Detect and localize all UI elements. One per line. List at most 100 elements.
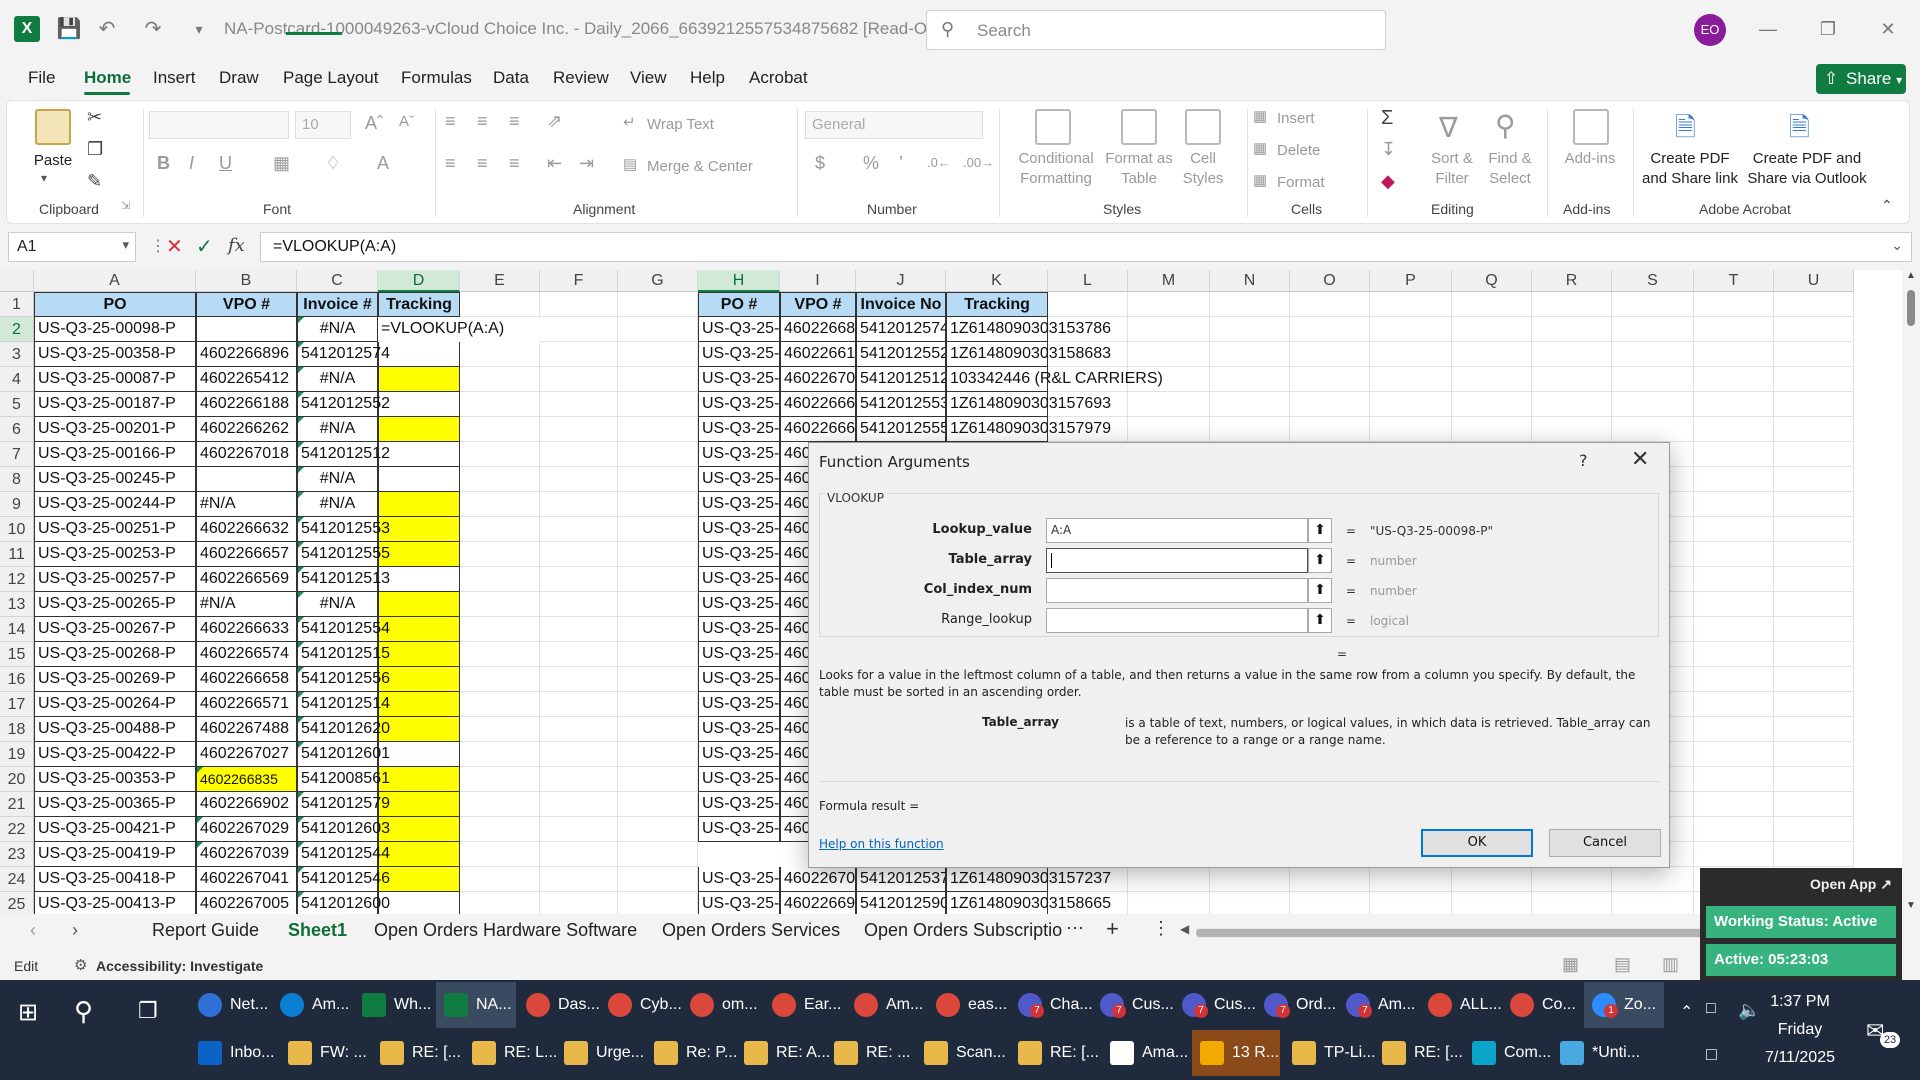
conditional-formatting-button[interactable]: Conditional Formatting	[1011, 149, 1101, 189]
row-header[interactable]: 3	[0, 342, 34, 367]
network-icon[interactable]: □	[1706, 1000, 1716, 1018]
paste-icon[interactable]	[35, 109, 71, 145]
bold-icon[interactable]: B	[157, 153, 170, 174]
table-cell[interactable]	[378, 442, 460, 467]
table-cell[interactable]: 5412012574	[856, 317, 946, 342]
cell[interactable]	[1694, 667, 1774, 692]
add-ins-icon[interactable]	[1573, 109, 1609, 145]
cell[interactable]	[618, 317, 698, 342]
column-header-i[interactable]: I	[780, 270, 856, 292]
cell[interactable]	[1774, 342, 1854, 367]
table-cell[interactable]: US-Q3-25-	[698, 667, 780, 692]
row-header[interactable]: 9	[0, 492, 34, 517]
table-cell[interactable]	[378, 842, 460, 867]
table-cell[interactable]: 4602266188	[780, 342, 856, 367]
cell[interactable]	[1128, 892, 1210, 914]
table-cell[interactable]	[378, 592, 460, 617]
taskbar-window-button[interactable]: FW: ...	[280, 1030, 368, 1076]
cell[interactable]	[1774, 492, 1854, 517]
column-header-h[interactable]: H	[698, 270, 780, 292]
table-cell[interactable]: 4602266896	[780, 317, 856, 342]
table-cell[interactable]	[378, 517, 460, 542]
table-cell[interactable]: 4602266896	[196, 342, 297, 367]
table-cell[interactable]: US-Q3-25-	[698, 717, 780, 742]
taskbar-window-button[interactable]: *Unti...	[1552, 1030, 1640, 1076]
table-cell[interactable]	[378, 742, 460, 767]
cell[interactable]	[1694, 692, 1774, 717]
cell[interactable]	[618, 617, 698, 642]
cell[interactable]	[540, 792, 618, 817]
table-cell[interactable]: US-Q3-25-	[698, 542, 780, 567]
table-cell[interactable]: 5412012556	[297, 667, 390, 692]
taskbar-app-button[interactable]: Am...	[846, 982, 926, 1028]
fill-color-icon[interactable]: ♢	[325, 153, 341, 174]
table-cell[interactable]: 5412012553	[856, 392, 946, 417]
cell[interactable]	[1128, 317, 1210, 342]
cell[interactable]	[1370, 867, 1452, 892]
cell[interactable]	[618, 442, 698, 467]
cell[interactable]	[460, 492, 540, 517]
cell[interactable]	[460, 867, 540, 892]
cell[interactable]	[460, 817, 540, 842]
taskbar-window-button[interactable]: RE: A...	[736, 1030, 830, 1076]
table-cell[interactable]	[378, 717, 460, 742]
cell[interactable]	[1774, 517, 1854, 542]
table-cell[interactable]: US-Q3-25-00421-P	[34, 817, 196, 842]
table-cell[interactable]: 4602267041	[196, 867, 297, 892]
cell[interactable]	[618, 667, 698, 692]
cell[interactable]	[1290, 892, 1370, 914]
cell[interactable]	[540, 492, 618, 517]
cell[interactable]	[618, 417, 698, 442]
cell[interactable]	[540, 767, 618, 792]
table-cell[interactable]	[378, 417, 460, 442]
align-top-icon[interactable]: ≡	[445, 111, 456, 132]
tab-data[interactable]: Data	[493, 68, 529, 88]
table-cell[interactable]: US-Q3-25-00419-P	[34, 842, 196, 867]
borders-icon[interactable]: ▦	[273, 153, 290, 174]
table-cell[interactable]: US-Q3-25-00098-P	[34, 317, 196, 342]
table-cell[interactable]: 4602267005	[196, 892, 297, 914]
cell[interactable]	[1612, 892, 1694, 914]
cell[interactable]	[1774, 417, 1854, 442]
taskbar-app-button[interactable]: Co...	[1502, 982, 1582, 1028]
open-app-button[interactable]: Open App ↗	[1810, 876, 1892, 893]
table-cell[interactable]: 1Z6148090303158683	[946, 342, 1111, 367]
cell[interactable]	[460, 567, 540, 592]
cell[interactable]	[460, 367, 540, 392]
pdf-link-icon[interactable]: 🗎	[1675, 109, 1696, 153]
find-select-icon[interactable]: ⚲	[1495, 109, 1516, 142]
cell[interactable]	[1774, 692, 1854, 717]
table-header-cell[interactable]: PO #	[698, 292, 780, 317]
taskbar-app-button[interactable]: Cyb...	[600, 982, 682, 1028]
row-header[interactable]: 7	[0, 442, 34, 467]
scrollbar-thumb[interactable]	[1196, 929, 1756, 937]
table-cell[interactable]: 4602266188	[196, 392, 297, 417]
cell[interactable]	[460, 467, 540, 492]
format-painter-icon[interactable]: ✎	[87, 171, 102, 192]
table-cell[interactable]: 4602267039	[196, 842, 297, 867]
align-left-icon[interactable]: ≡	[445, 153, 456, 174]
table-cell[interactable]	[378, 492, 460, 517]
range-lookup-input[interactable]	[1046, 608, 1308, 633]
cell[interactable]	[1774, 567, 1854, 592]
table-cell[interactable]: 4602267018	[780, 367, 856, 392]
table-cell[interactable]: US-Q3-25-	[698, 692, 780, 717]
cell[interactable]	[1774, 467, 1854, 492]
column-header-c[interactable]: C	[297, 270, 378, 292]
row-header[interactable]: 24	[0, 867, 34, 892]
cell[interactable]	[1694, 792, 1774, 817]
cell[interactable]	[618, 817, 698, 842]
cell[interactable]	[540, 467, 618, 492]
table-cell[interactable]: US-Q3-25-	[698, 442, 780, 467]
vertical-scrollbar[interactable]: ▲ ▼	[1902, 270, 1920, 914]
align-bottom-icon[interactable]: ≡	[509, 111, 520, 132]
column-header-f[interactable]: F	[540, 270, 618, 292]
cell[interactable]	[460, 342, 540, 367]
table-cell[interactable]	[378, 542, 460, 567]
cell[interactable]	[460, 292, 540, 317]
row-header[interactable]: 1	[0, 292, 34, 317]
table-cell[interactable]: 4602266632	[196, 517, 297, 542]
cell[interactable]	[1128, 867, 1210, 892]
redo-icon[interactable]: ↷	[140, 16, 166, 42]
column-header-q[interactable]: Q	[1452, 270, 1532, 292]
